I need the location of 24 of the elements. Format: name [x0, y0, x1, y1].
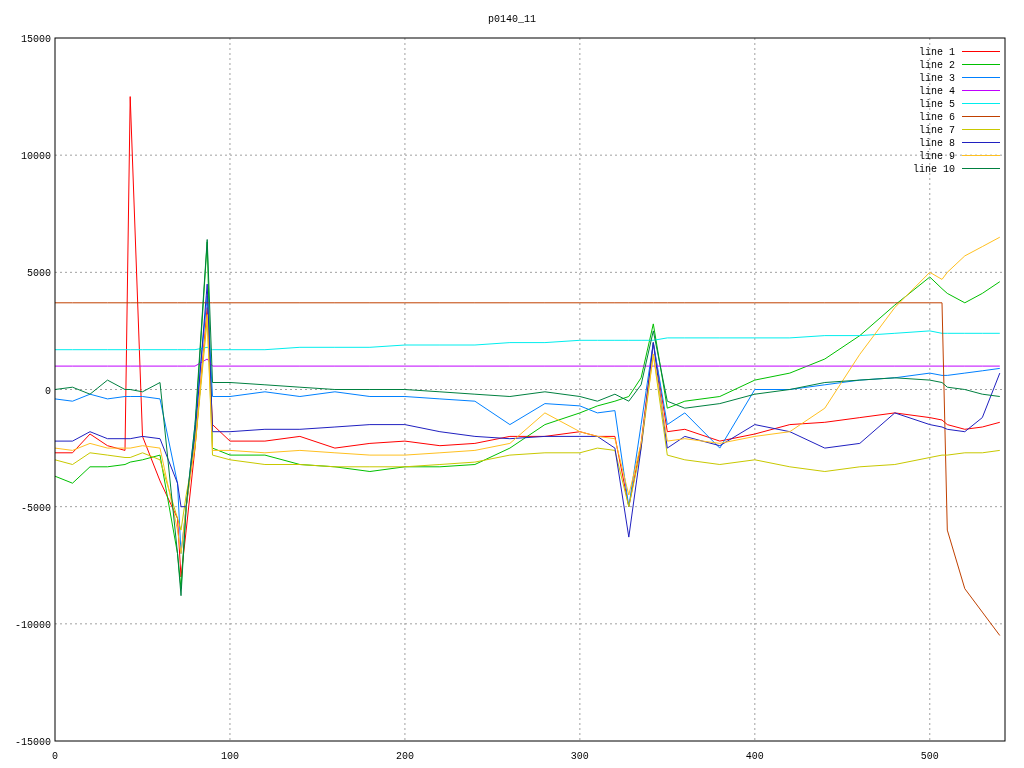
- axis-tick-label: 15000: [21, 34, 51, 45]
- axis-tick-label: 300: [570, 751, 589, 762]
- axis-tick-label: 10000: [21, 151, 51, 163]
- axis-tick-label: 500: [920, 751, 939, 762]
- legend-label: line 4: [919, 86, 955, 97]
- axis-tick-label: 400: [745, 751, 764, 762]
- chart-title: p0140_11: [488, 14, 536, 25]
- axis-tick-label: 5000: [27, 268, 51, 280]
- axis-tick-label: -5000: [21, 502, 51, 514]
- axis-tick-label: 0: [45, 385, 51, 397]
- axis-tick-label: -10000: [15, 619, 51, 631]
- legend-label: line 2: [919, 60, 955, 71]
- legend-label: line 1: [919, 47, 955, 58]
- axis-tick-label: -15000: [15, 737, 51, 748]
- legend-label: line 8: [919, 138, 955, 149]
- legend-label: line 9: [919, 151, 955, 162]
- legend-label: line 10: [913, 164, 955, 175]
- legend-label: line 7: [919, 125, 955, 136]
- axis-tick-label: 200: [395, 751, 414, 762]
- legend-label: line 3: [919, 73, 955, 84]
- axis-tick-label: 0: [52, 751, 58, 762]
- legend-label: line 6: [919, 112, 955, 123]
- axis-tick-label: 100: [220, 751, 239, 762]
- legend-label: line 5: [919, 99, 955, 110]
